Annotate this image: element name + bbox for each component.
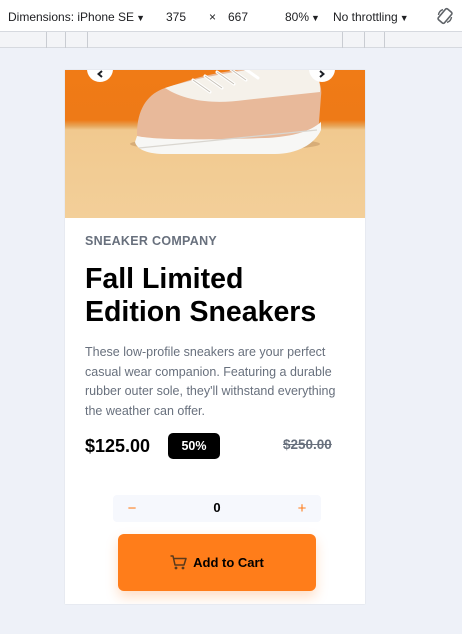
ruler-mark [65, 32, 66, 48]
media-query-ruler[interactable] [0, 32, 462, 48]
product-description: These low-profile sneakers are your perf… [85, 345, 336, 418]
sneaker-image [130, 70, 322, 154]
add-to-cart-label: Add to Cart [193, 555, 264, 570]
rotate-icon[interactable] [436, 7, 454, 25]
quantity-value[interactable]: 0 [193, 495, 241, 522]
original-price: $250.00 [283, 437, 332, 452]
product-title: Fall Limited Edition Sneakers [85, 263, 317, 328]
ruler-mark [87, 32, 88, 48]
device-viewport: SNEAKER COMPANY Fall Limited Edition Sne… [65, 70, 365, 604]
dimensions-label: Dimensions: iPhone SE [8, 10, 135, 24]
decrease-quantity-button[interactable]: − [117, 495, 147, 522]
dimension-times: × [209, 10, 217, 24]
caret-down-icon: ▼ [136, 13, 145, 23]
add-to-cart-button[interactable]: Add to Cart [118, 534, 316, 591]
devtools-device-toolbar: Dimensions: iPhone SE ▼ 375 × 667 80% ▼ No… [0, 0, 462, 32]
increase-quantity-button[interactable]: + [287, 495, 317, 522]
ruler-mark [384, 32, 385, 48]
caret-down-icon: ▼ [311, 13, 320, 23]
height-input[interactable]: 667 [228, 10, 248, 24]
cart-icon [170, 555, 187, 570]
minus-icon: − [127, 500, 137, 517]
current-price: $125.00 [85, 436, 151, 456]
plus-icon: + [297, 500, 307, 517]
caret-down-icon: ▼ [399, 13, 409, 23]
zoom-dropdown[interactable]: 80% ▼ [285, 10, 320, 24]
discount-badge: 50% [168, 433, 220, 459]
chevron-right-icon [319, 70, 325, 78]
zoom-label: 80% [285, 10, 310, 24]
ruler-mark [364, 32, 365, 48]
ruler-mark [46, 32, 47, 48]
width-input[interactable]: 375 [166, 10, 186, 24]
ruler-mark [342, 32, 343, 48]
throttling-label: No throttling [333, 10, 398, 24]
product-image [65, 70, 365, 218]
chevron-left-icon [97, 70, 103, 78]
company-name: SNEAKER COMPANY [85, 234, 218, 248]
quantity-stepper: − 0 + [113, 495, 321, 522]
throttling-dropdown[interactable]: No throttling ▼ [333, 10, 409, 24]
dimensions-dropdown[interactable]: Dimensions: iPhone SE ▼ [8, 10, 145, 24]
